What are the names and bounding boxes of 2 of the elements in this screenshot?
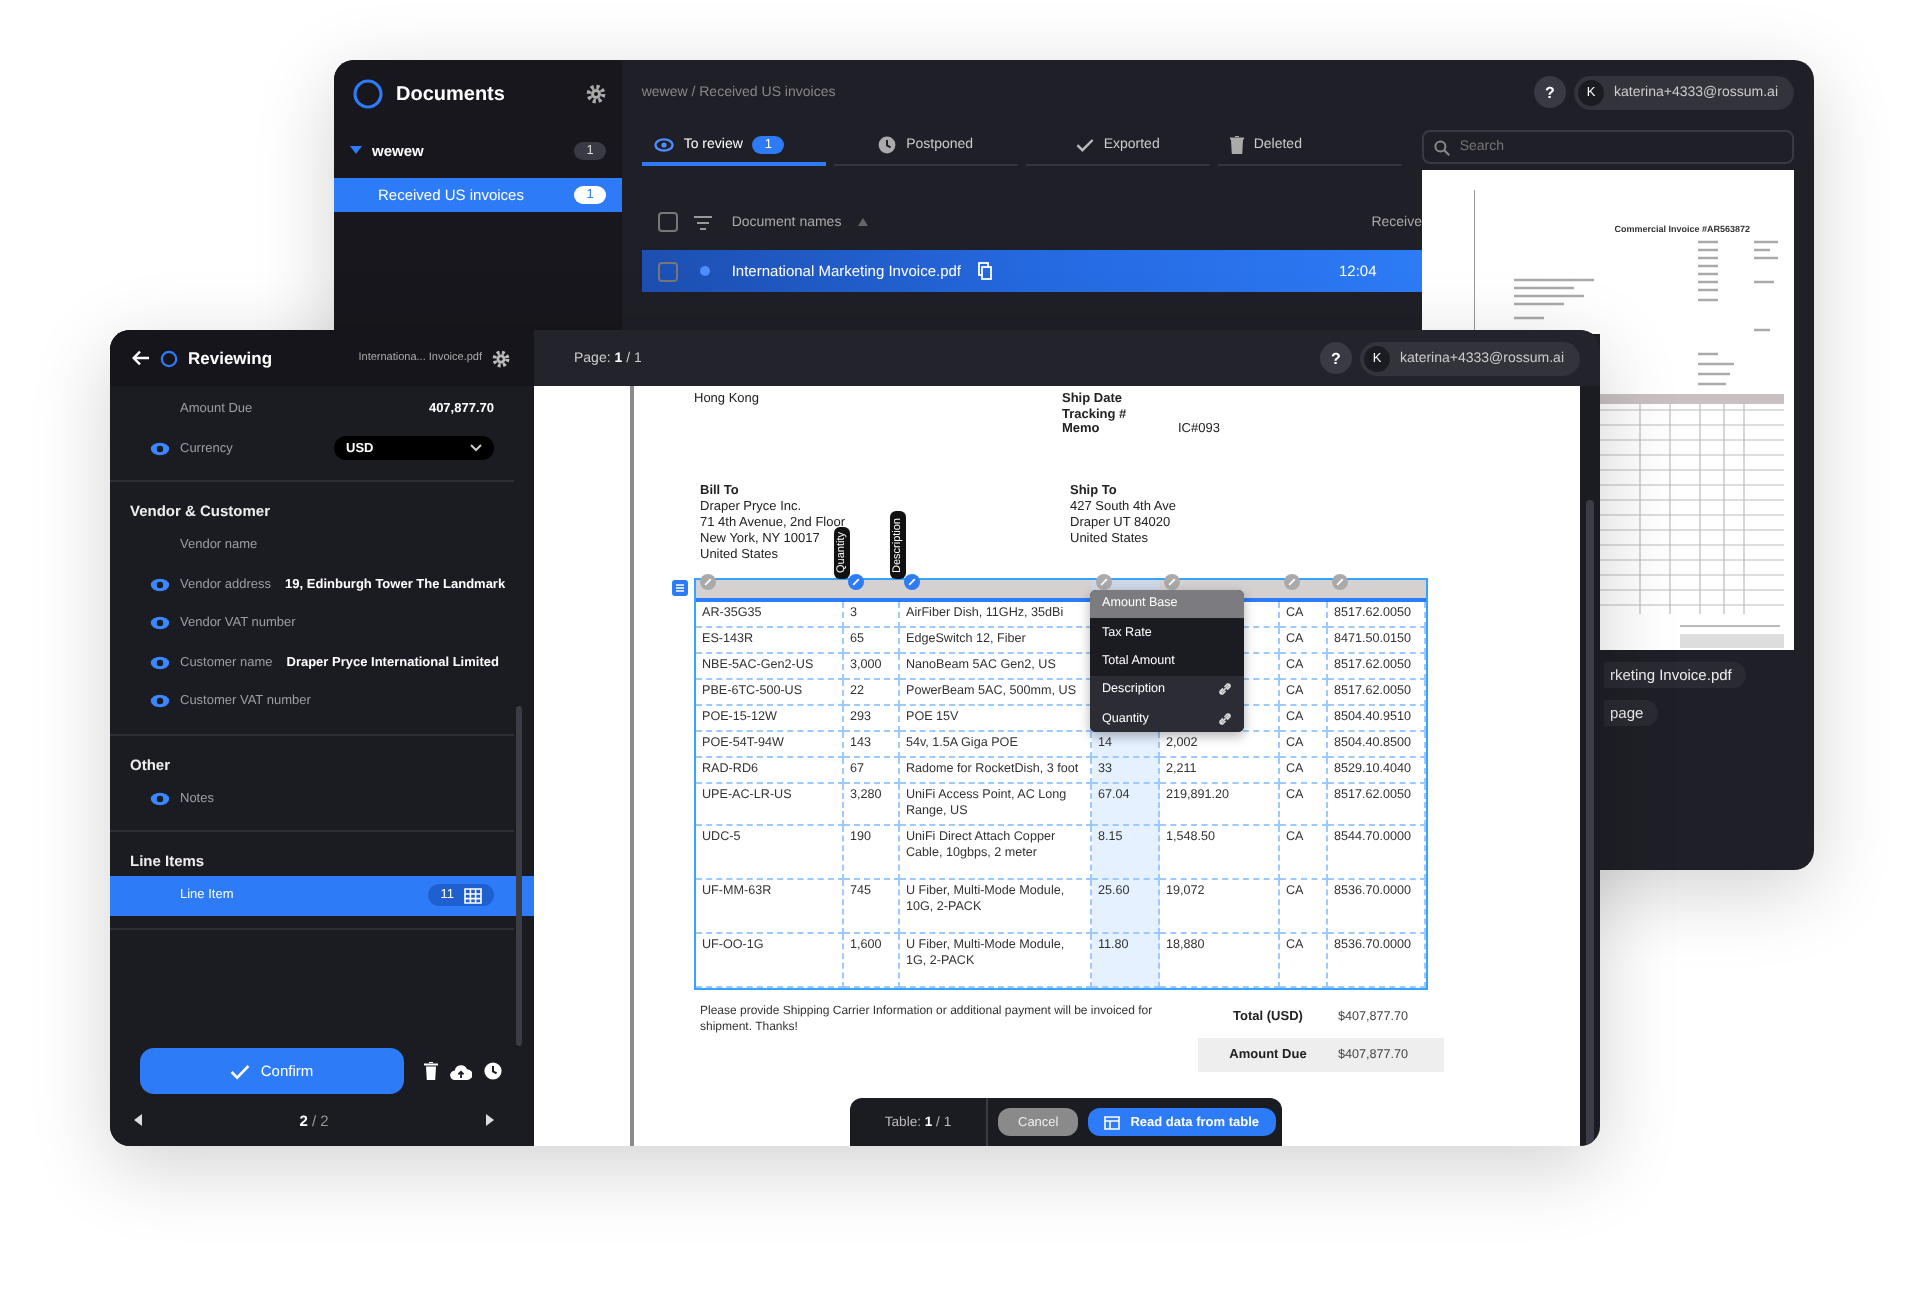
panel-title: Reviewing bbox=[188, 348, 275, 368]
app-title: Documents bbox=[396, 83, 507, 105]
